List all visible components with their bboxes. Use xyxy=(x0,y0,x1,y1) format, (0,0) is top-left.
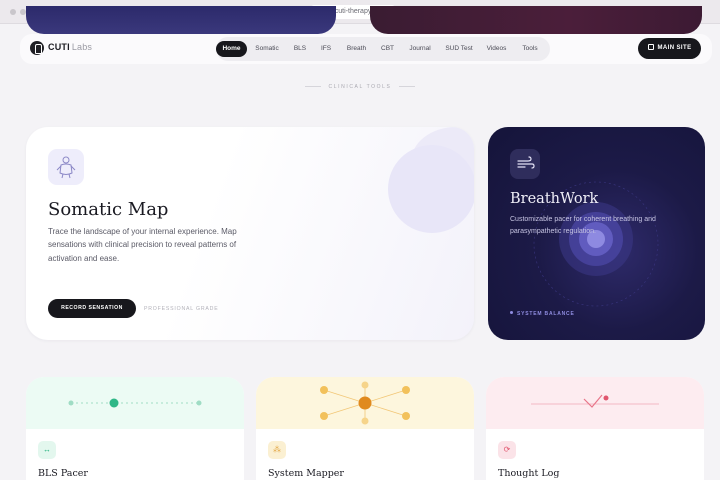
previous-card-left xyxy=(26,6,336,34)
system-balance-status: SYSTEM BALANCE xyxy=(510,311,575,317)
bls-pacer-card[interactable]: ↔ BLS Pacer xyxy=(26,377,244,480)
breathwork-description: Customizable pacer for coherent breathin… xyxy=(510,216,656,235)
window-close-dot[interactable] xyxy=(10,9,16,15)
breathwork-title: BreathWork xyxy=(510,191,599,207)
nav-item-cbt[interactable]: CBT xyxy=(377,41,398,57)
section-label: CLINICAL TOOLS xyxy=(0,84,720,90)
previous-card-right xyxy=(370,6,702,34)
top-navbar: CUTI Labs Home Somatic BLS IFS Breath CBT… xyxy=(20,34,712,64)
nav-item-breath[interactable]: Breath xyxy=(343,41,370,57)
main-site-label: MAIN SITE xyxy=(657,45,692,51)
bls-illustration xyxy=(26,377,244,429)
brand-logo[interactable]: CUTI Labs xyxy=(48,42,92,52)
person-body-icon xyxy=(48,149,84,185)
nav-item-somatic[interactable]: Somatic xyxy=(253,41,281,57)
thought-illustration xyxy=(486,377,704,429)
somatic-map-card[interactable]: Somatic Map Trace the landscape of your … xyxy=(26,127,474,340)
main-site-button[interactable]: MAIN SITE xyxy=(638,38,701,59)
nav-item-tools[interactable]: Tools xyxy=(518,41,542,57)
nav-menu: Home Somatic BLS IFS Breath CBT Journal … xyxy=(216,37,550,61)
somatic-map-title: Somatic Map xyxy=(48,199,169,220)
record-sensation-button[interactable]: RECORD SENSATION xyxy=(48,299,136,318)
logo-icon[interactable] xyxy=(30,41,44,55)
nav-item-videos[interactable]: Videos xyxy=(483,41,510,57)
professional-grade-badge: PROFESSIONAL GRADE xyxy=(144,306,219,312)
nav-item-sud-test[interactable]: SUD Test xyxy=(443,41,475,57)
tool-name: Thought Log xyxy=(498,468,560,479)
nav-item-journal[interactable]: Journal xyxy=(405,41,435,57)
network-icon: ⁂ xyxy=(268,441,286,459)
tool-name: System Mapper xyxy=(268,468,344,479)
mapper-illustration xyxy=(256,377,474,429)
brand-name: CUTI xyxy=(48,42,70,52)
refresh-icon: ⟳ xyxy=(498,441,516,459)
nav-item-ifs[interactable]: IFS xyxy=(317,41,335,57)
somatic-map-description: Trace the landscape of your internal exp… xyxy=(48,227,237,263)
nav-item-bls[interactable]: BLS xyxy=(290,41,310,57)
thought-log-card[interactable]: ⟳ Thought Log xyxy=(486,377,704,480)
status-label: SYSTEM BALANCE xyxy=(517,311,575,317)
brand-suffix: Labs xyxy=(71,42,93,52)
decorative-blob xyxy=(388,145,474,233)
wind-icon xyxy=(510,149,540,179)
tool-name: BLS Pacer xyxy=(38,468,88,479)
nav-item-home[interactable]: Home xyxy=(216,41,247,57)
system-mapper-card[interactable]: ⁂ System Mapper xyxy=(256,377,474,480)
breathwork-card[interactable]: BreathWork Customizable pacer for cohere… xyxy=(488,127,705,340)
status-dot-icon xyxy=(510,311,513,314)
arrows-horizontal-icon: ↔ xyxy=(38,441,56,459)
external-link-icon xyxy=(647,44,654,50)
